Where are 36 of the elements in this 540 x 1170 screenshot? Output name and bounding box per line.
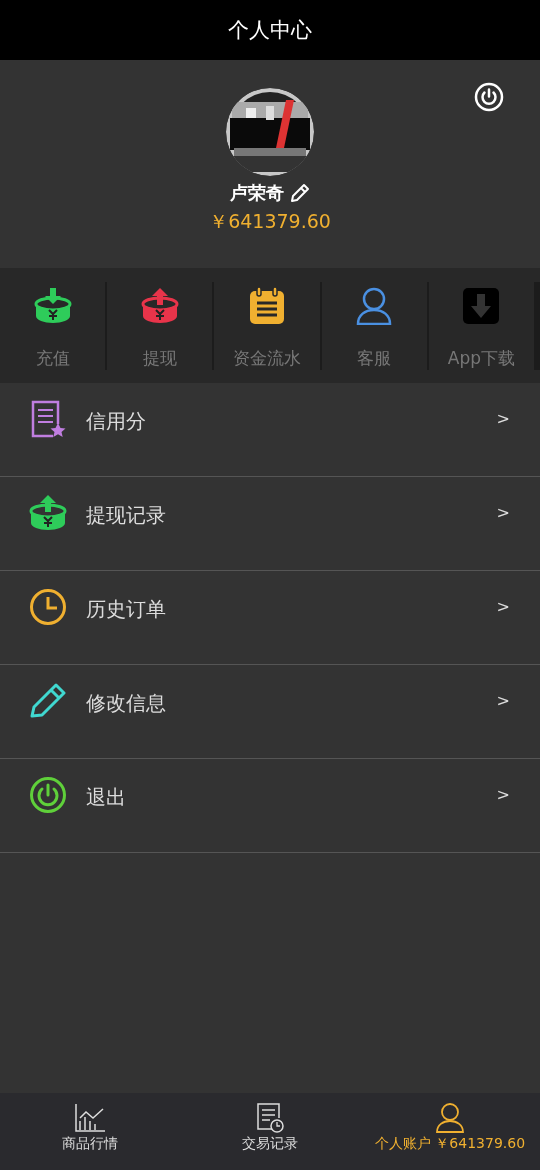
menu-label: 修改信息: [86, 690, 167, 717]
pencil-icon: [29, 683, 67, 719]
pencil-icon[interactable]: [290, 183, 310, 203]
chevron-icon: >: [496, 409, 510, 428]
nav-tab[interactable]: 商品行情: [0, 1093, 180, 1170]
menu-item[interactable]: 历史订单 >: [0, 571, 540, 665]
power-icon: [29, 776, 67, 814]
menu-label: 历史订单: [86, 596, 167, 623]
user-name: 卢荣奇: [230, 181, 284, 205]
menu-label: 信用分: [86, 408, 147, 435]
chevron-icon: >: [496, 691, 510, 710]
nav-tab[interactable]: 个人账户 ￥641379.60: [360, 1093, 540, 1170]
menu-item[interactable]: 信用分 >: [0, 383, 540, 477]
clock-icon: [29, 588, 67, 626]
chevron-icon: >: [496, 503, 510, 522]
chart-icon: [74, 1104, 106, 1132]
deposit-icon: [33, 287, 72, 324]
chevron-icon: >: [496, 785, 510, 804]
document-clock-icon: [256, 1103, 284, 1133]
menu-label: 提现记录: [86, 502, 167, 529]
chevron-icon: >: [496, 597, 510, 616]
balance: ￥641379.60: [209, 209, 331, 234]
person-icon: [356, 286, 393, 325]
withdraw-icon: [140, 287, 179, 324]
download-icon: [463, 287, 500, 324]
menu-item[interactable]: 修改信息 >: [0, 665, 540, 759]
power-icon[interactable]: [474, 82, 504, 112]
withdraw-icon: [29, 495, 67, 531]
page-title: 个人中心: [0, 0, 540, 60]
menu-item[interactable]: 提现记录 >: [0, 477, 540, 571]
person-icon: [436, 1103, 464, 1133]
menu-label: 退出: [86, 784, 127, 811]
menu-item[interactable]: 退出 >: [0, 759, 540, 853]
document-star-icon: [30, 400, 66, 438]
notepad-icon: [249, 286, 285, 325]
nav-tab[interactable]: 交易记录: [180, 1093, 360, 1170]
